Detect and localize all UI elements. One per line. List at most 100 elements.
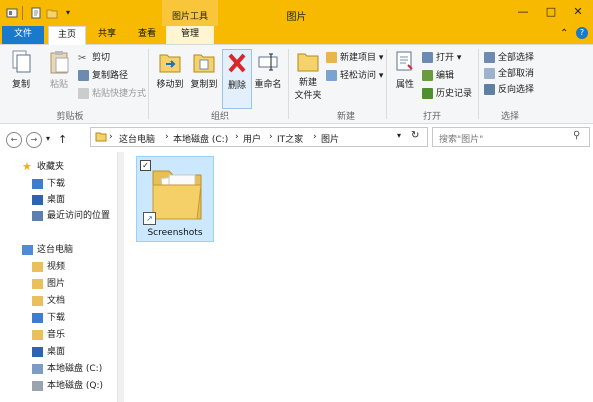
nav-label: 音乐	[47, 330, 66, 340]
nav-pc-desktop[interactable]: 桌面	[32, 344, 65, 360]
group-label-new: 新建	[336, 112, 355, 122]
open-button[interactable]: 打开 ▾	[422, 51, 461, 65]
breadcrumb-pictures[interactable]: 图片	[321, 132, 339, 145]
edit-button[interactable]: 编辑	[422, 69, 454, 83]
window-title: 图片	[286, 12, 307, 23]
nav-downloads[interactable]: 下载	[32, 176, 65, 192]
nav-documents[interactable]: 文档	[32, 293, 65, 309]
search-icon[interactable]: ⚲	[573, 130, 580, 141]
move-to-button[interactable]: 移动到	[154, 49, 186, 90]
select-all-icon	[484, 52, 495, 63]
nav-favorites[interactable]: ★ 收藏夹	[22, 159, 64, 175]
tab-file[interactable]: 文件	[2, 26, 44, 44]
select-none-label: 全部取消	[498, 69, 535, 79]
title-bar: ▾ 图片工具 图片 — □ ✕	[0, 0, 593, 27]
music-icon	[32, 329, 43, 340]
rename-button[interactable]: 重命名	[252, 49, 284, 90]
tab-manage[interactable]: 管理	[166, 26, 214, 44]
downloads-icon	[32, 312, 43, 323]
nav-label: 本地磁盘 (C:)	[47, 364, 103, 374]
tab-share[interactable]: 共享	[90, 26, 124, 44]
recent-locations-icon[interactable]: ▾	[46, 134, 50, 143]
nav-label: 下载	[47, 313, 66, 323]
breadcrumb-users[interactable]: 用户	[243, 132, 261, 145]
close-button[interactable]: ✕	[565, 4, 591, 20]
address-dropdown-icon[interactable]: ▾	[397, 131, 401, 140]
navigation-pane: ★ 收藏夹 下载 桌面 最近访问的位置 这台电脑 视频 图片 文档 下载 音乐 桌…	[0, 152, 117, 402]
address-bar[interactable]: › 这台电脑 › 本地磁盘 (C:) › 用户 › IT之家 › 图片 ▾ ↻	[90, 127, 428, 147]
maximize-button[interactable]: □	[538, 4, 564, 20]
nav-label: 最近访问的位置	[47, 211, 111, 221]
breadcrumb-separator: ›	[235, 132, 239, 142]
copy-to-label: 复制到	[190, 80, 218, 90]
properties-big-icon	[394, 49, 416, 75]
move-to-label: 移动到	[156, 80, 184, 90]
copy-label: 复制	[11, 80, 30, 90]
nav-music[interactable]: 音乐	[32, 327, 65, 343]
ribbon: 复制 粘贴 ✂ 剪切 复制路径 粘贴快捷方式 剪贴板 移动到 复制到 删除 重命名…	[0, 45, 593, 124]
select-none-button[interactable]: 全部取消	[484, 67, 534, 81]
nav-this-pc[interactable]: 这台电脑	[22, 242, 73, 258]
downloads-icon	[32, 178, 43, 189]
new-folder-label-line2: 文件夹	[294, 91, 322, 101]
move-to-icon	[158, 49, 182, 75]
documents-icon	[32, 295, 43, 306]
minimize-button[interactable]: —	[510, 4, 536, 20]
new-item-icon	[326, 52, 337, 63]
copy-button[interactable]: 复制	[6, 49, 36, 90]
copy-path-button[interactable]: 复制路径	[78, 69, 128, 83]
navigation-pane-scrollbar[interactable]	[117, 152, 124, 402]
properties-button[interactable]: 属性	[390, 49, 420, 90]
ribbon-separator	[386, 49, 387, 119]
ribbon-separator	[148, 49, 149, 119]
tab-view[interactable]: 查看	[130, 26, 164, 44]
nav-recent[interactable]: 最近访问的位置	[32, 208, 110, 224]
forward-button[interactable]: →	[26, 132, 42, 148]
desktop-icon	[32, 194, 43, 205]
paste-button[interactable]: 粘贴	[44, 49, 74, 90]
folder-item[interactable]: ✓ ↗ Screenshots	[136, 156, 214, 242]
ribbon-separator	[478, 49, 479, 119]
invert-selection-button[interactable]: 反向选择	[484, 83, 534, 97]
collapse-ribbon-icon[interactable]: ⌃	[560, 28, 568, 39]
new-folder-button[interactable]: 新建 文件夹	[290, 49, 326, 101]
nav-drive-q[interactable]: 本地磁盘 (Q:)	[32, 378, 103, 394]
new-folder-big-icon	[296, 49, 320, 73]
nav-label: 桌面	[47, 347, 66, 357]
cut-label: 剪切	[92, 53, 111, 63]
cut-button[interactable]: ✂ 剪切	[78, 51, 110, 65]
search-box[interactable]: 搜索"图片" ⚲	[432, 127, 590, 147]
nav-desktop[interactable]: 桌面	[32, 192, 65, 208]
nav-pictures[interactable]: 图片	[32, 276, 65, 292]
scissors-icon: ✂	[78, 53, 87, 64]
copy-icon	[10, 49, 32, 75]
invert-selection-label: 反向选择	[498, 85, 535, 95]
paste-shortcut-button[interactable]: 粘贴快捷方式	[78, 87, 146, 101]
tab-main[interactable]: 主页	[48, 26, 86, 45]
folder-name: Screenshots	[147, 228, 203, 238]
back-button[interactable]: ←	[6, 132, 22, 148]
videos-icon	[32, 261, 43, 272]
breadcrumb-it-home[interactable]: IT之家	[277, 132, 303, 145]
refresh-icon[interactable]: ↻	[411, 130, 419, 141]
shortcut-arrow-icon: ↗	[143, 212, 156, 225]
group-label-open: 打开	[422, 112, 441, 122]
drive-icon	[32, 380, 43, 391]
easy-access-button[interactable]: 轻松访问 ▾	[326, 69, 383, 83]
nav-pc-downloads[interactable]: 下载	[32, 310, 65, 326]
ribbon-separator	[288, 49, 289, 119]
delete-button[interactable]: 删除	[222, 49, 252, 109]
up-icon[interactable]: ↑	[58, 133, 67, 146]
new-item-button[interactable]: 新建项目 ▾	[326, 51, 383, 65]
nav-label: 下载	[47, 179, 66, 189]
help-icon[interactable]: ?	[576, 27, 588, 39]
select-all-button[interactable]: 全部选择	[484, 51, 534, 65]
group-label-organize: 组织	[210, 112, 229, 122]
nav-drive-c[interactable]: 本地磁盘 (C:)	[32, 361, 102, 377]
breadcrumb-this-pc[interactable]: 这台电脑	[119, 132, 155, 145]
history-button[interactable]: 历史记录	[422, 87, 472, 101]
search-placeholder: 搜索"图片"	[439, 135, 484, 145]
breadcrumb-drive-c[interactable]: 本地磁盘 (C:)	[173, 132, 228, 145]
nav-videos[interactable]: 视频	[32, 259, 65, 275]
copy-to-button[interactable]: 复制到	[188, 49, 220, 90]
